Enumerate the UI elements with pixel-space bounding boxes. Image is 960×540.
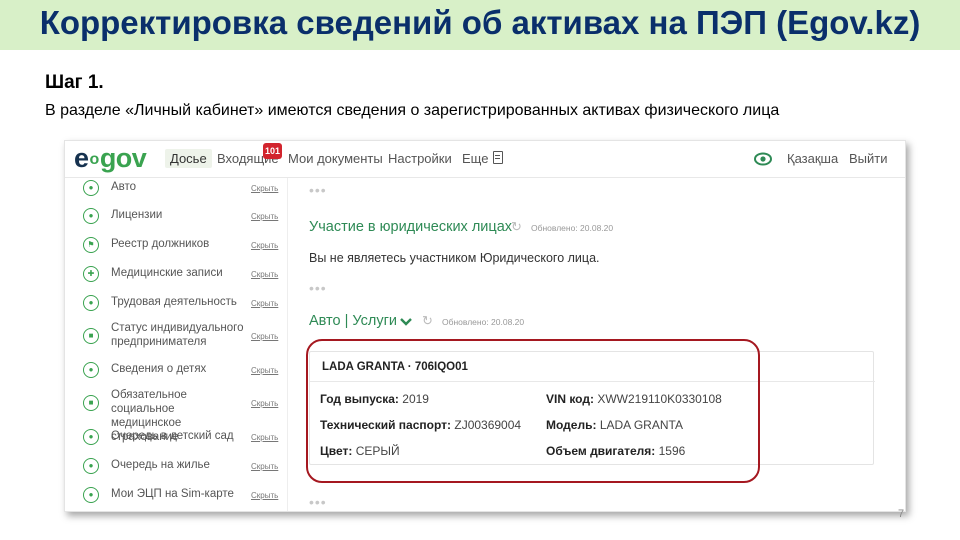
sidebar-item-label: Трудовая деятельность <box>111 296 237 308</box>
logout-link[interactable]: Выйти <box>849 151 888 166</box>
vehicle-highlight-frame <box>306 339 760 483</box>
sidebar-item-label: Медицинские записи <box>111 267 223 279</box>
document-icon[interactable] <box>493 151 503 164</box>
hide-link[interactable]: Скрыть <box>251 212 278 221</box>
hide-link[interactable]: Скрыть <box>251 366 278 375</box>
legal-entities-text: Вы не являетесь участником Юридического … <box>309 251 600 265</box>
medical-icon: ✚ <box>83 266 99 282</box>
hide-link[interactable]: Скрыть <box>251 270 278 279</box>
sim-icon: ● <box>83 487 99 503</box>
chevron-down-icon[interactable] <box>399 317 413 327</box>
language-switch[interactable]: Қазақша <box>787 151 838 166</box>
hide-link[interactable]: Скрыть <box>251 399 278 408</box>
insurance-icon: ■ <box>83 395 99 411</box>
sidebar-item-medical[interactable]: ✚ Медицинские записи Скрыть <box>65 266 288 286</box>
sidebar-item-housing[interactable]: ● Очередь на жилье Скрыть <box>65 458 288 478</box>
sidebar: ● Авто Скрыть ● Лицензии Скрыть ⚑ Реестр… <box>65 178 288 511</box>
legal-updated-timestamp: Обновлено: 20.08.20 <box>531 223 614 233</box>
egov-header: eogov Досье Входящие 101 Мои документы Н… <box>65 141 905 178</box>
hide-link[interactable]: Скрыть <box>251 332 278 341</box>
section-divider-dots: ••• <box>309 494 327 510</box>
sidebar-item-label: Авто <box>111 181 137 193</box>
hide-link[interactable]: Скрыть <box>251 184 278 193</box>
briefcase-icon: ■ <box>83 328 99 344</box>
sidebar-item-entrepreneur[interactable]: ■ Статус индивидуального предпринимателя… <box>65 321 288 351</box>
eye-icon[interactable] <box>754 152 772 166</box>
sidebar-item-sim-eds[interactable]: ● Мои ЭЦП на Sim-карте Скрыть <box>65 487 288 507</box>
car-icon: ● <box>83 180 99 196</box>
hide-link[interactable]: Скрыть <box>251 491 278 500</box>
hide-link[interactable]: Скрыть <box>251 241 278 250</box>
nav-dossier[interactable]: Досье <box>165 149 212 168</box>
children-icon: ● <box>83 362 99 378</box>
nav-my-documents[interactable]: Мои документы <box>288 151 383 166</box>
sidebar-item-kindergarten[interactable]: ● Очередь в детский сад Скрыть <box>65 429 288 449</box>
step-title: Шаг 1. <box>45 72 104 93</box>
nav-settings[interactable]: Настройки <box>388 151 452 166</box>
sidebar-item-label: Реестр должников <box>111 238 210 250</box>
egov-logo[interactable]: eogov <box>74 143 147 174</box>
housing-icon: ● <box>83 458 99 474</box>
sidebar-item-auto[interactable]: ● Авто Скрыть <box>65 180 288 200</box>
auto-updated-timestamp: Обновлено: 20.08.20 <box>442 317 525 327</box>
egov-screenshot: eogov Досье Входящие 101 Мои документы Н… <box>64 140 906 512</box>
page-number: 7 <box>898 508 905 520</box>
hide-link[interactable]: Скрыть <box>251 299 278 308</box>
step-description: В разделе «Личный кабинет» имеются сведе… <box>45 102 780 119</box>
slide: Корректировка сведений об активах на ПЭП… <box>0 0 960 540</box>
legal-entities-title: Участие в юридических лицах <box>309 219 513 235</box>
section-divider-dots: ••• <box>309 182 327 198</box>
auto-services-title[interactable]: Авто | Услуги <box>309 313 397 329</box>
flag-icon: ⚑ <box>83 237 99 253</box>
kindergarten-icon: ● <box>83 429 99 445</box>
sidebar-item-label: Сведения о детях <box>111 363 207 375</box>
slide-title: Корректировка сведений об активах на ПЭП… <box>39 4 921 41</box>
sidebar-item-insurance[interactable]: ■ Обязательное социальное медицинское ст… <box>65 388 288 443</box>
license-icon: ● <box>83 208 99 224</box>
hide-link[interactable]: Скрыть <box>251 462 278 471</box>
sidebar-item-debtors[interactable]: ⚑ Реестр должников Скрыть <box>65 237 288 257</box>
sidebar-item-children[interactable]: ● Сведения о детях Скрыть <box>65 362 288 382</box>
refresh-icon[interactable]: ↻ <box>422 313 433 329</box>
worker-icon: ● <box>83 295 99 311</box>
sidebar-item-label: Статус индивидуального предпринимателя <box>111 322 244 348</box>
sidebar-item-employment[interactable]: ● Трудовая деятельность Скрыть <box>65 295 288 315</box>
sidebar-item-label: Мои ЭЦП на Sim-карте <box>111 488 234 500</box>
sidebar-item-label: Лицензии <box>111 209 163 221</box>
refresh-icon[interactable]: ↻ <box>511 219 522 235</box>
nav-more[interactable]: Еще <box>462 151 488 166</box>
inbox-count-badge: 101 <box>263 143 282 159</box>
sidebar-item-label: Очередь в детский сад <box>111 430 234 442</box>
sidebar-item-label: Очередь на жилье <box>111 459 210 471</box>
sidebar-item-licenses[interactable]: ● Лицензии Скрыть <box>65 208 288 228</box>
hide-link[interactable]: Скрыть <box>251 433 278 442</box>
section-divider-dots: ••• <box>309 280 327 296</box>
